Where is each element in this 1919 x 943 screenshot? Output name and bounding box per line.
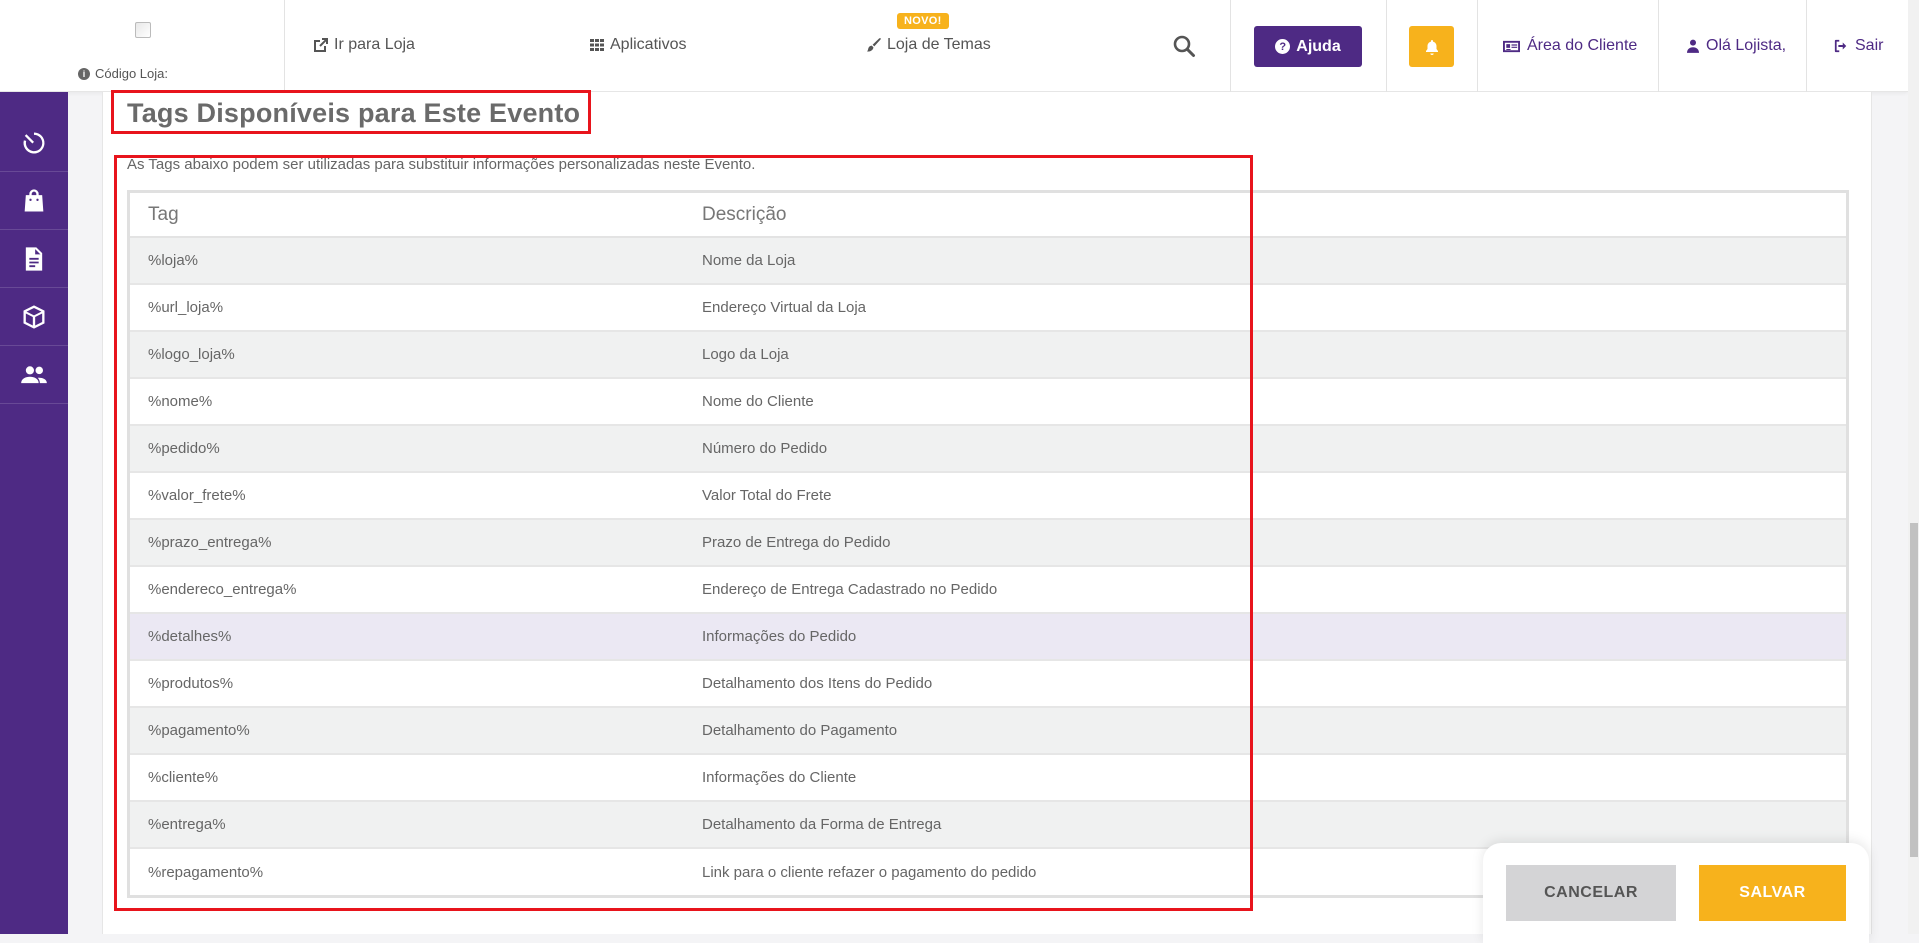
tag-cell: %cliente% <box>130 753 684 801</box>
page-title: Tags Disponíveis para Este Evento <box>127 98 581 128</box>
tag-cell: %detalhes% <box>130 612 684 660</box>
tag-cell: %nome% <box>130 377 684 425</box>
logo-block: i Código Loja: <box>0 0 285 91</box>
id-card-icon <box>1503 40 1520 52</box>
users-icon <box>21 365 47 383</box>
description-cell: Nome da Loja <box>684 236 1846 284</box>
shopping-bag-icon <box>24 188 44 211</box>
speed-icon <box>23 132 45 153</box>
page-scrollbar[interactable] <box>1908 0 1919 934</box>
section-description: As Tags abaixo podem ser utilizadas para… <box>127 156 756 173</box>
table-row: %produtos% Detalhamento dos Itens do Ped… <box>130 659 1846 707</box>
store-code: i Código Loja: <box>78 66 168 81</box>
sidebar-item-orders[interactable] <box>0 172 68 230</box>
sidebar-item-customers[interactable] <box>0 346 68 404</box>
description-cell: Informações do Cliente <box>684 753 1846 801</box>
description-cell: Endereço de Entrega Cadastrado no Pedido <box>684 565 1846 613</box>
header-divider <box>1386 0 1387 92</box>
go-to-store-link[interactable]: Ir para Loja <box>313 36 415 54</box>
sidebar-item-dashboard[interactable] <box>0 114 68 172</box>
description-cell: Nome do Cliente <box>684 377 1846 425</box>
tag-cell: %repagamento% <box>130 847 684 895</box>
tag-cell: %endereco_entrega% <box>130 565 684 613</box>
document-icon <box>25 246 43 271</box>
table-row: %entrega% Detalhamento da Forma de Entre… <box>130 800 1846 848</box>
save-button[interactable]: SALVAR <box>1699 865 1846 921</box>
table-row: %endereco_entrega% Endereço de Entrega C… <box>130 565 1846 613</box>
tag-cell: %valor_frete% <box>130 471 684 519</box>
table-row: %logo_loja% Logo da Loja <box>130 330 1846 378</box>
description-cell: Valor Total do Frete <box>684 471 1846 519</box>
tag-cell: %logo_loja% <box>130 330 684 378</box>
description-cell: Endereço Virtual da Loja <box>684 283 1846 331</box>
table-row: %url_loja% Endereço Virtual da Loja <box>130 283 1846 331</box>
tag-cell: %entrega% <box>130 800 684 848</box>
tag-cell: %prazo_entrega% <box>130 518 684 566</box>
notifications-button[interactable] <box>1409 26 1454 67</box>
apps-link[interactable]: Aplicativos <box>589 36 686 54</box>
store-code-label: Código Loja: <box>95 66 168 81</box>
table-row: %loja% Nome da Loja <box>130 236 1846 284</box>
table-row: %prazo_entrega% Prazo de Entrega do Pedi… <box>130 518 1846 566</box>
tags-table: Tag Descrição %loja% Nome da Loja %url_l… <box>127 190 1849 898</box>
description-cell: Número do Pedido <box>684 424 1846 472</box>
top-header: i Código Loja: Ir para Loja Aplicativos … <box>0 0 1908 92</box>
description-cell: Detalhamento do Pagamento <box>684 706 1846 754</box>
header-divider <box>1230 0 1231 92</box>
themes-store-link[interactable]: Loja de Temas <box>866 36 991 54</box>
tag-cell: %url_loja% <box>130 283 684 331</box>
question-icon: ? <box>1275 39 1291 54</box>
description-cell: Detalhamento dos Itens do Pedido <box>684 659 1846 707</box>
sidebar-item-pages[interactable] <box>0 230 68 288</box>
table-row: %pedido% Número do Pedido <box>130 424 1846 472</box>
column-header-tag: Tag <box>130 193 684 238</box>
table-row: %cliente% Informações do Cliente <box>130 753 1846 801</box>
table-header-row: Tag Descrição <box>130 193 1846 238</box>
user-icon <box>1687 39 1699 53</box>
action-panel: CANCELAR SALVAR <box>1483 843 1869 943</box>
table-row-hovered: %detalhes% Informações do Pedido <box>130 612 1846 660</box>
table-row: %nome% Nome do Cliente <box>130 377 1846 425</box>
description-cell: Informações do Pedido <box>684 612 1846 660</box>
new-badge: NOVO! <box>897 13 949 29</box>
grid-icon <box>590 39 604 51</box>
table-row: %valor_frete% Valor Total do Frete <box>130 471 1846 519</box>
store-logo-image[interactable] <box>135 22 151 38</box>
brush-icon <box>867 38 881 52</box>
sidebar-item-products[interactable] <box>0 288 68 346</box>
column-header-description: Descrição <box>684 193 1846 238</box>
search-icon[interactable] <box>1172 34 1196 58</box>
description-cell: Prazo de Entrega do Pedido <box>684 518 1846 566</box>
header-divider <box>1806 0 1807 92</box>
header-divider <box>1658 0 1659 92</box>
table-row: %pagamento% Detalhamento do Pagamento <box>130 706 1846 754</box>
tag-cell: %pagamento% <box>130 706 684 754</box>
info-icon: i <box>78 67 90 80</box>
logout-icon <box>1834 39 1847 53</box>
sidebar <box>0 92 68 934</box>
description-cell: Detalhamento da Forma de Entrega <box>684 800 1846 848</box>
bell-icon <box>1425 39 1438 55</box>
box-icon <box>23 304 45 329</box>
logout-link[interactable]: Sair <box>1834 37 1883 55</box>
tag-cell: %loja% <box>130 236 684 284</box>
client-area-link[interactable]: Área do Cliente <box>1503 37 1637 55</box>
tag-cell: %pedido% <box>130 424 684 472</box>
cancel-button[interactable]: CANCELAR <box>1506 865 1676 921</box>
external-link-icon <box>314 38 328 52</box>
header-divider <box>1477 0 1478 92</box>
help-button[interactable]: ? Ajuda <box>1254 26 1362 67</box>
main-content: Tags Disponíveis para Este Evento As Tag… <box>102 90 1872 934</box>
scrollbar-thumb[interactable] <box>1910 523 1918 857</box>
user-greeting-link[interactable]: Olá Lojista, <box>1687 37 1786 55</box>
tag-cell: %produtos% <box>130 659 684 707</box>
description-cell: Logo da Loja <box>684 330 1846 378</box>
